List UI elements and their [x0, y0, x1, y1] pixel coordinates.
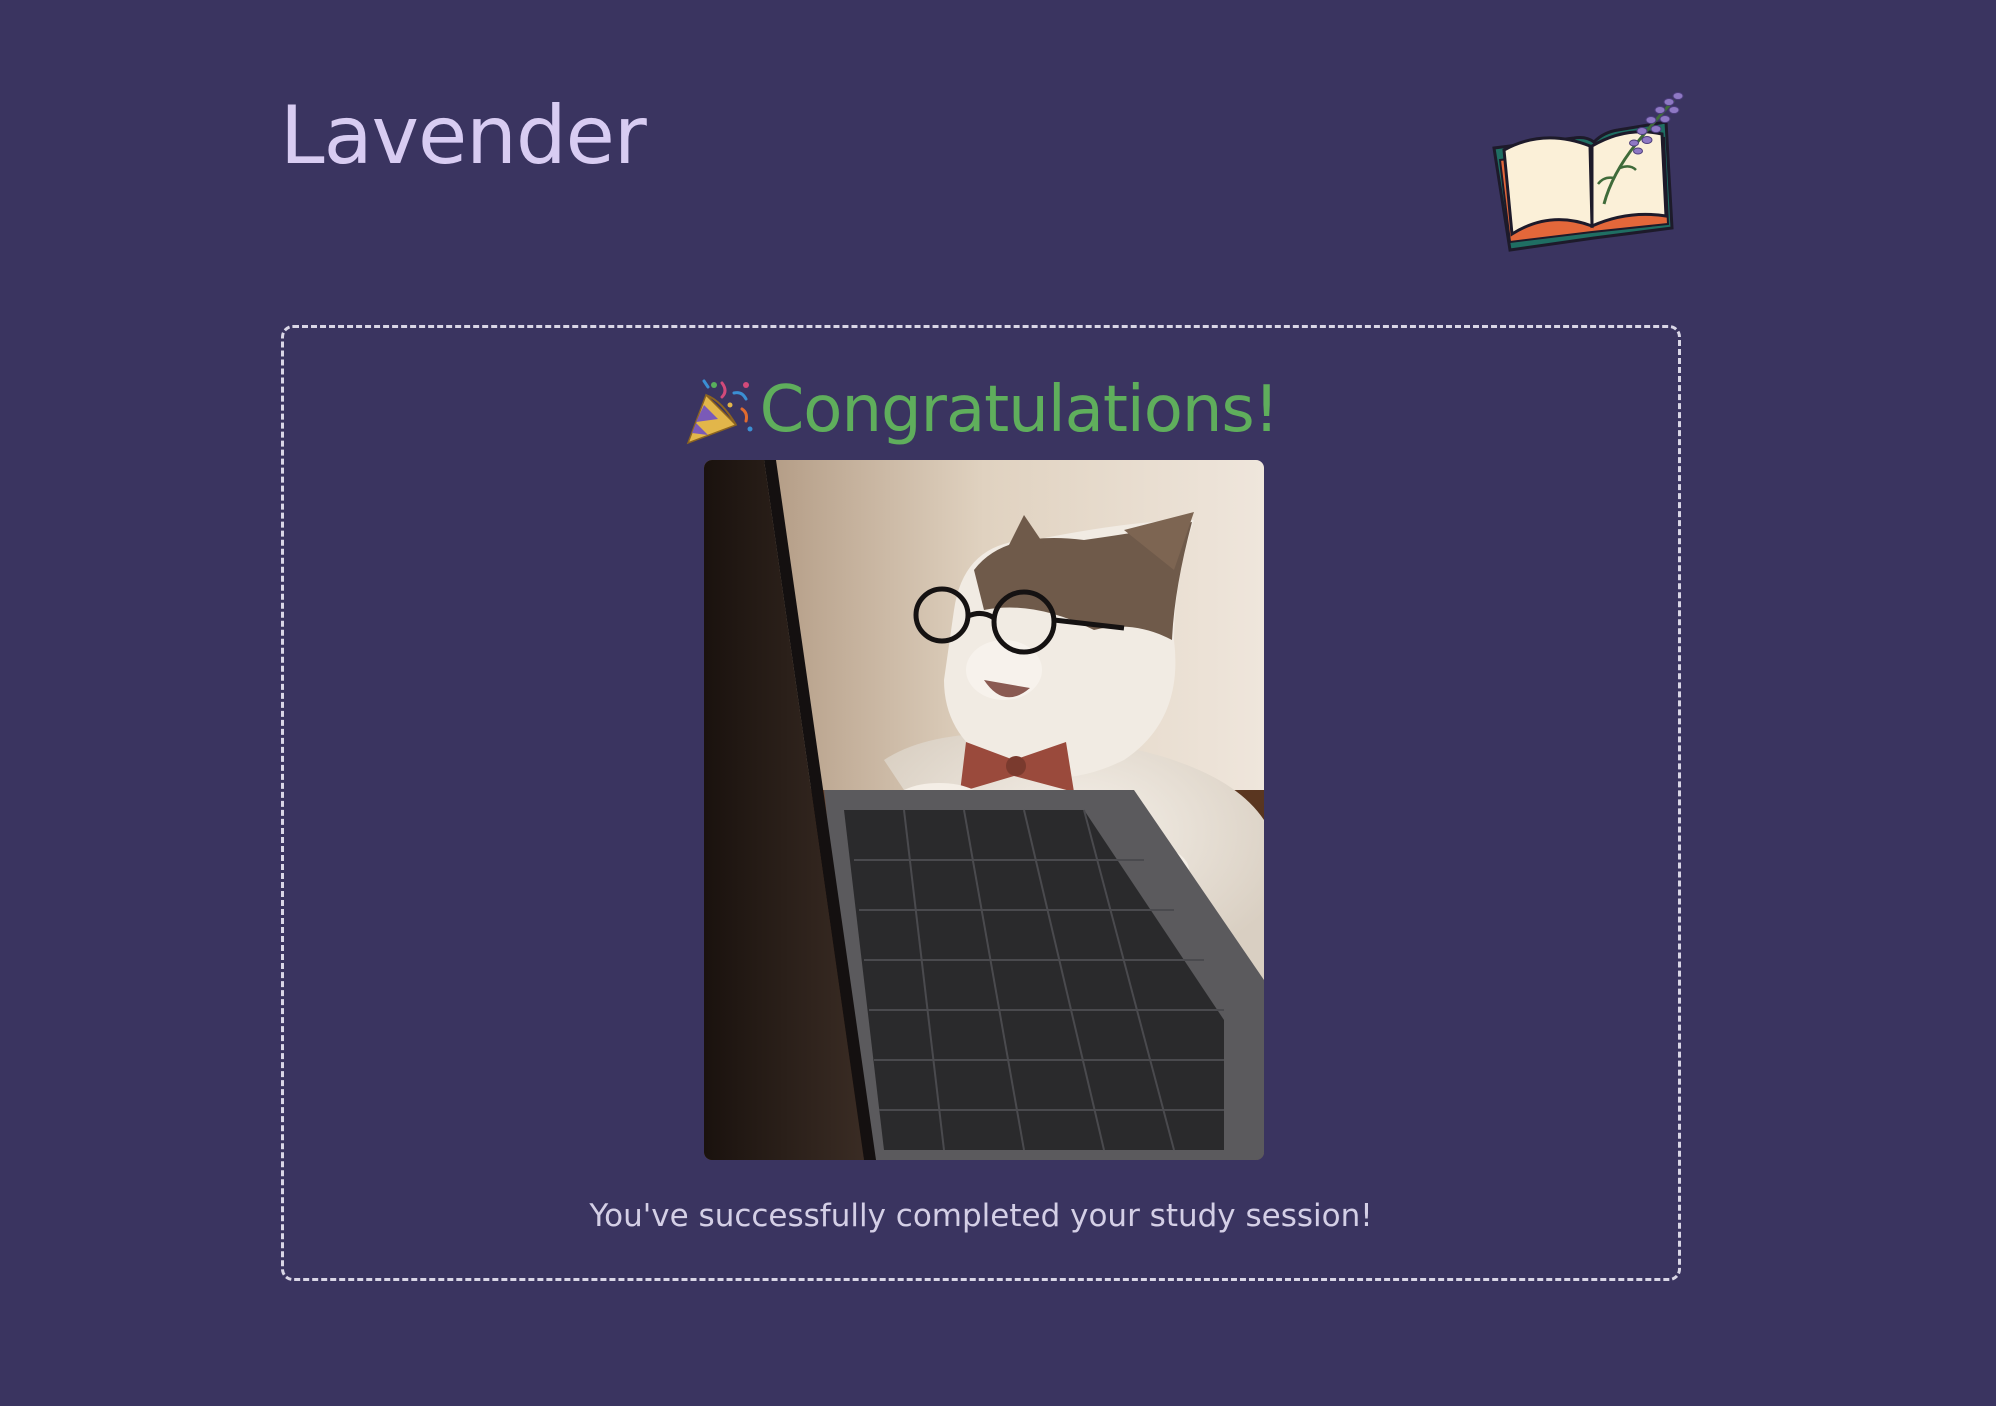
- book-lavender-logo-icon: [1492, 92, 1684, 252]
- app-title: Lavender: [280, 89, 647, 182]
- completion-card: Congratulations! You've successfully com…: [281, 325, 1681, 1281]
- party-popper-icon: [686, 379, 753, 445]
- heading-row: Congratulations!: [284, 370, 1678, 450]
- completion-message: You've successfully completed your study…: [589, 1198, 1373, 1234]
- congratulations-heading: Congratulations!: [759, 373, 1280, 447]
- cat-at-laptop-image: [704, 460, 1264, 1160]
